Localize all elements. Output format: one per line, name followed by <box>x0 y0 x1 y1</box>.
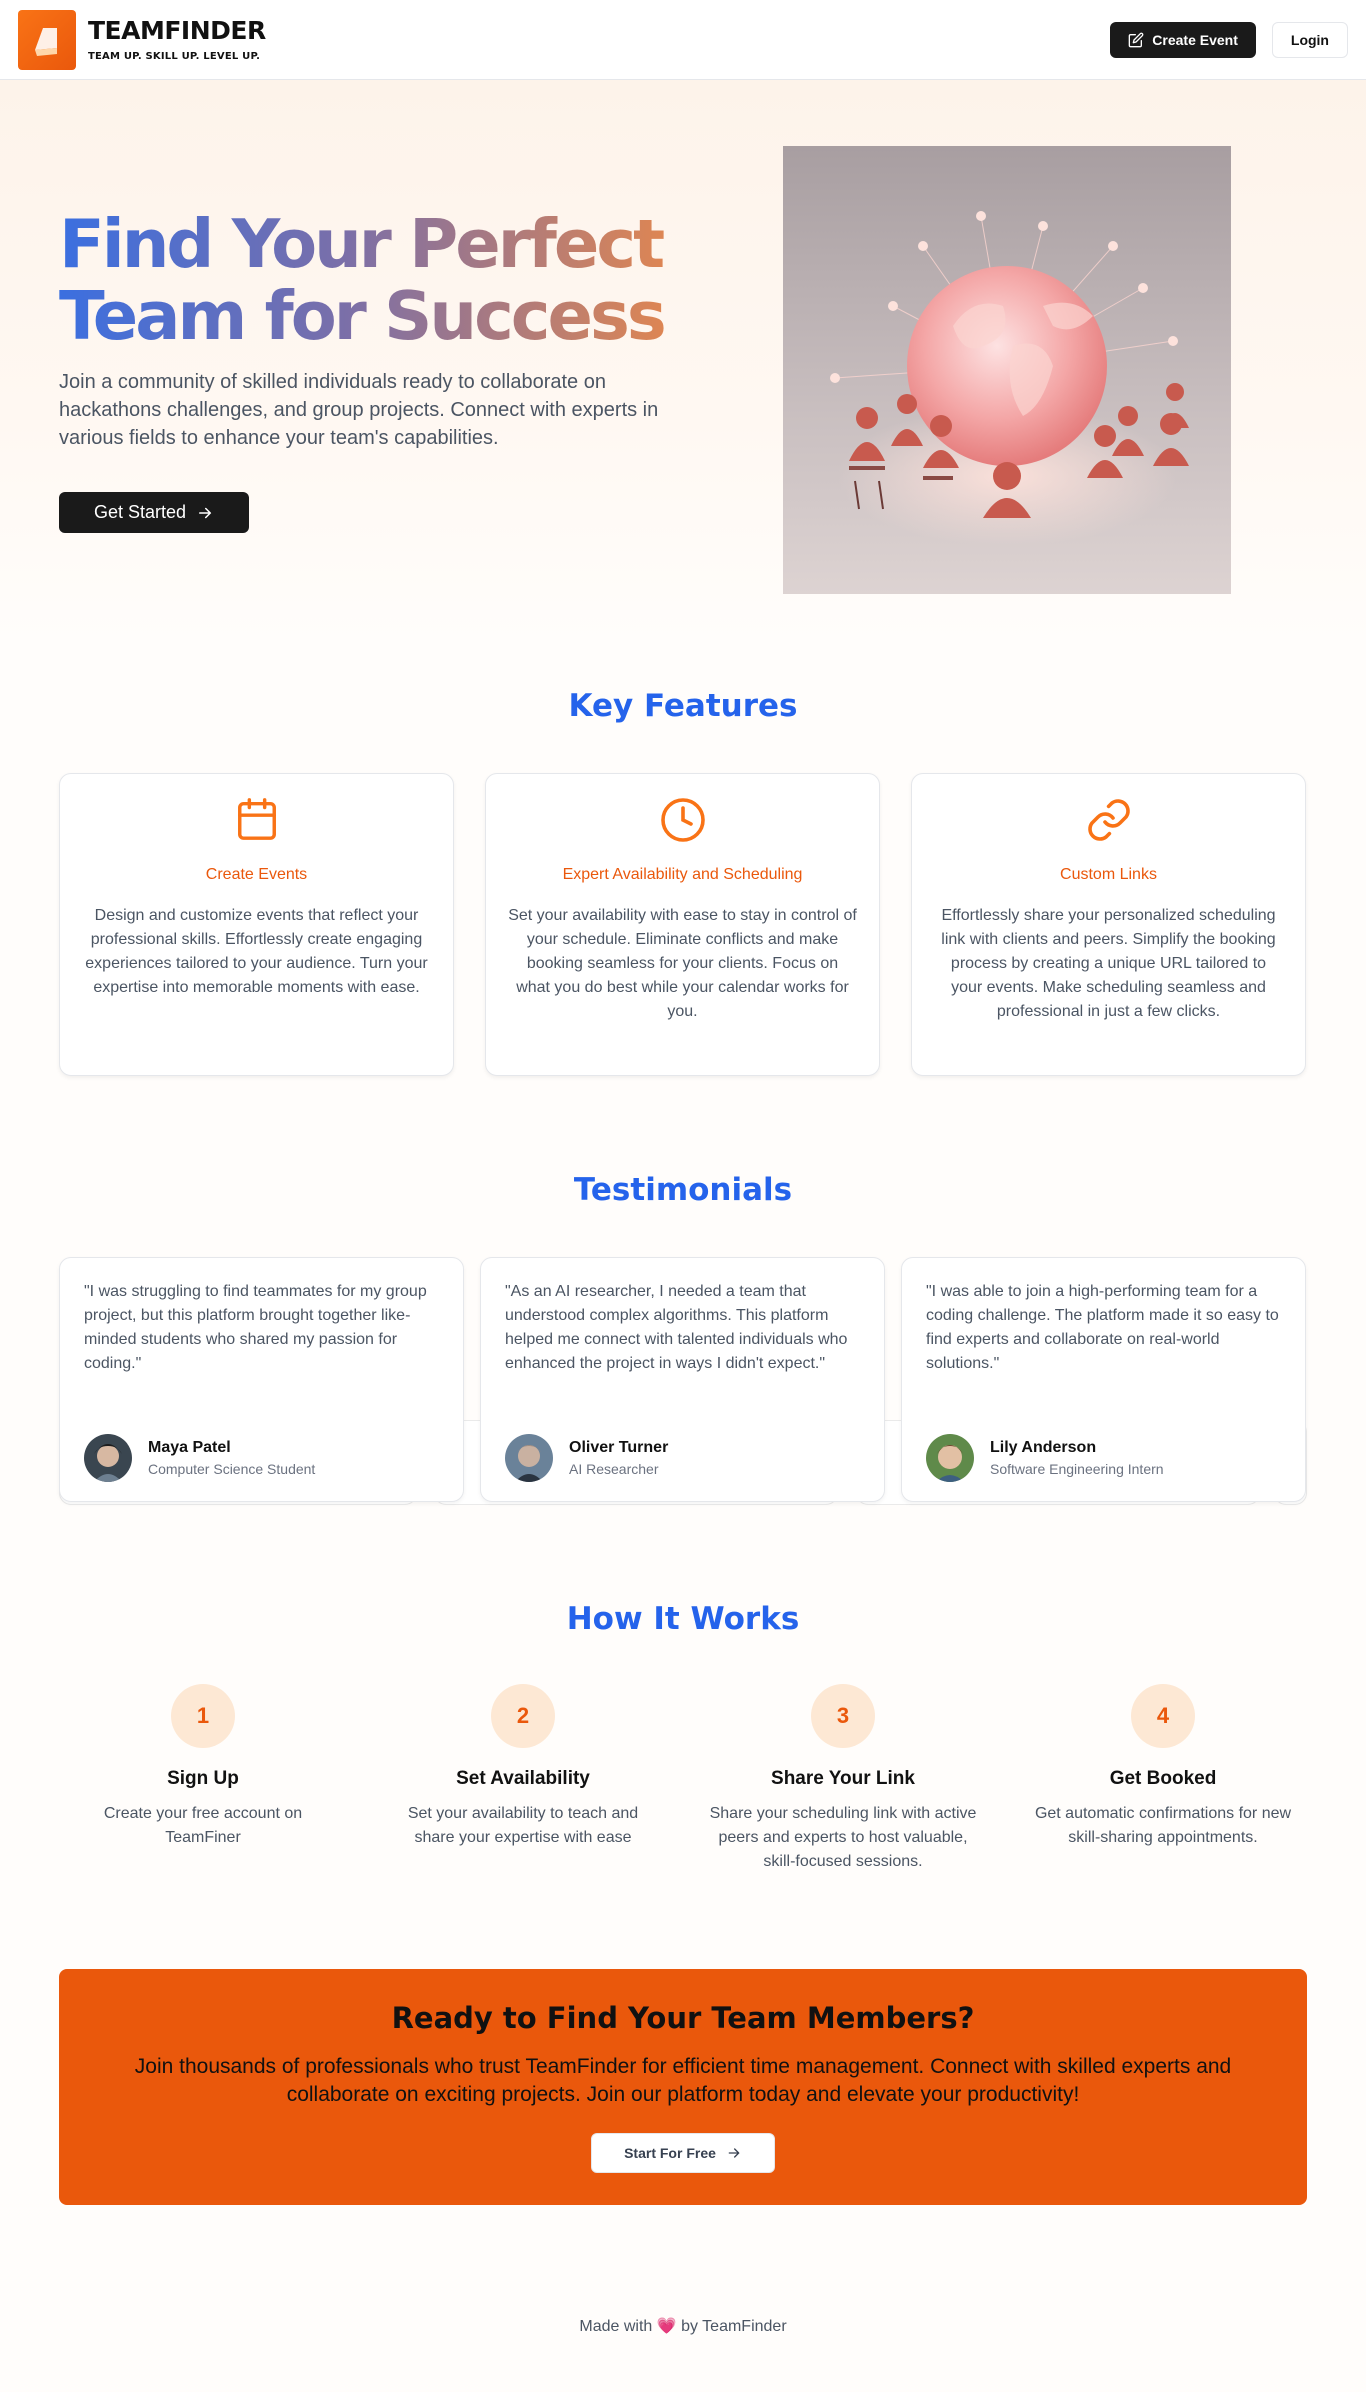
step-title: Get Booked <box>1109 1768 1217 1789</box>
step-get-booked: 4 Get Booked Get automatic confirmations… <box>1028 1684 1298 1850</box>
brand-name: TEAMFINDER <box>88 16 266 45</box>
testimonial-name: Maya Patel <box>148 1439 231 1456</box>
testimonial-card: "I was able to join a high-performing te… <box>901 1257 1306 1502</box>
team-globe-illustration <box>783 146 1231 594</box>
testimonial-card: "I was struggling to find teammates for … <box>59 1257 464 1502</box>
testimonial-role: AI Researcher <box>569 1461 659 1477</box>
start-for-free-button[interactable]: Start For Free <box>591 2133 775 2173</box>
link-icon <box>1087 799 1130 841</box>
cta-banner: Ready to Find Your Team Members? Join th… <box>59 1969 1307 2205</box>
brand[interactable]: TEAMFINDER TEAM UP. SKILL UP. LEVEL UP. <box>18 9 266 70</box>
step-sign-up: 1 Sign Up Create your free account on Te… <box>68 1684 338 1850</box>
login-button[interactable]: Login <box>1271 21 1348 58</box>
create-event-button[interactable]: Create Event <box>1110 21 1256 58</box>
clock-icon <box>660 798 705 842</box>
get-started-label: Get Started <box>93 502 187 522</box>
brand-tagline: TEAM UP. SKILL UP. LEVEL UP. <box>88 51 261 62</box>
feature-card-create-events: Create Events Design and customize event… <box>59 773 454 1076</box>
testimonial-role: Computer Science Student <box>148 1461 316 1477</box>
testimonials-title: Testimonials <box>573 1172 793 1208</box>
step-title: Set Availability <box>456 1768 590 1789</box>
testimonial-quote: "I was able to join a high-performing te… <box>926 1283 1279 1372</box>
heart-icon: 💗 <box>656 2318 677 2335</box>
step-number: 1 <box>171 1684 235 1748</box>
feature-description: Effortlessly share your personalized sch… <box>941 907 1276 1020</box>
feature-card-availability: Expert Availability and Scheduling Set y… <box>485 773 880 1076</box>
step-number: 4 <box>1131 1684 1195 1748</box>
top-nav: TEAMFINDER TEAM UP. SKILL UP. LEVEL UP. … <box>0 0 1366 80</box>
how-it-works-title: How It Works <box>566 1601 800 1637</box>
cta-title: Ready to Find Your Team Members? <box>391 2001 975 2035</box>
edit-icon <box>1128 32 1144 47</box>
arrow-right-icon <box>199 507 212 518</box>
avatar <box>926 1434 974 1482</box>
testimonial-name: Oliver Turner <box>569 1439 669 1456</box>
hero-title-line2: Team for Success <box>59 277 664 355</box>
step-description: Share your scheduling link with active p… <box>709 1805 977 1870</box>
step-description: Create your free account on TeamFiner <box>103 1805 303 1846</box>
arrow-right-icon <box>728 2148 740 2158</box>
features-title: Key Features <box>568 688 798 724</box>
feature-title: Create Events <box>205 866 308 883</box>
testimonial-name: Lily Anderson <box>990 1439 1097 1456</box>
footer-by: by TeamFinder <box>681 2318 787 2335</box>
testimonial-card: "As an AI researcher, I needed a team th… <box>480 1257 885 1502</box>
feature-description: Set your availability with ease to stay … <box>508 907 857 1020</box>
avatar <box>505 1434 553 1482</box>
avatar <box>84 1434 132 1482</box>
step-description: Set your availability to teach and share… <box>407 1805 639 1846</box>
feature-title: Expert Availability and Scheduling <box>562 866 803 883</box>
testimonial-quote: "As an AI researcher, I needed a team th… <box>505 1283 848 1372</box>
hero-subtitle: Join a community of skilled individuals … <box>59 371 659 449</box>
step-set-availability: 2 Set Availability Set your availability… <box>388 1684 658 1850</box>
step-number: 2 <box>491 1684 555 1748</box>
footer-made-with: Made with <box>579 2318 653 2335</box>
start-for-free-label: Start For Free <box>624 2145 716 2161</box>
feature-description: Design and customize events that reflect… <box>85 907 428 996</box>
feature-title: Custom Links <box>1060 866 1157 883</box>
calendar-icon <box>237 798 276 840</box>
testimonial-role: Software Engineering Intern <box>990 1461 1164 1477</box>
feature-card-custom-links: Custom Links Effortlessly share your per… <box>911 773 1306 1076</box>
get-started-button[interactable]: Get Started <box>59 492 249 533</box>
logo-icon <box>18 9 76 70</box>
step-number: 3 <box>811 1684 875 1748</box>
hero-section: Find Your Perfect Team for Success Join … <box>0 80 1366 640</box>
hero-title-line1: Find Your Perfect <box>59 205 663 283</box>
step-title: Share Your Link <box>771 1768 915 1789</box>
step-description: Get automatic confirmations for new skil… <box>1034 1805 1292 1846</box>
step-title: Sign Up <box>167 1768 239 1789</box>
step-share-link: 3 Share Your Link Share your scheduling … <box>708 1684 978 1874</box>
testimonial-quote: "I was struggling to find teammates for … <box>84 1283 427 1372</box>
footer: Made with 💗 by TeamFinder <box>0 2316 1366 2336</box>
create-event-label: Create Event <box>1152 31 1238 48</box>
hero-title: Find Your Perfect Team for Success <box>59 208 699 352</box>
cta-description: Join thousands of professionals who trus… <box>134 2055 1232 2106</box>
